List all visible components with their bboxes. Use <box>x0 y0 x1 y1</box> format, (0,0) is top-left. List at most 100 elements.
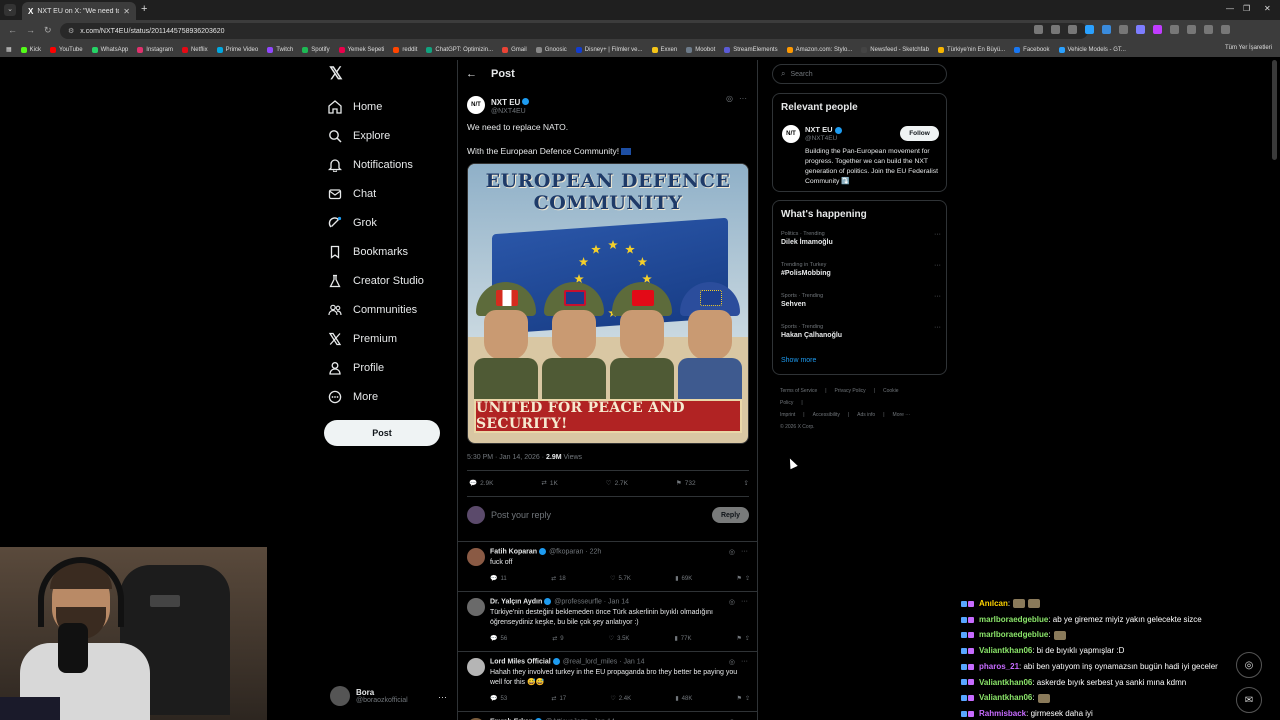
tab-search-button[interactable]: ⌄ <box>4 4 16 16</box>
profile-icon[interactable] <box>1204 25 1213 34</box>
reply-author-handle[interactable]: @fkoparan · 22h <box>549 548 601 555</box>
browser-tab[interactable]: X NXT EU on X: "We need to repl ✕ <box>22 2 136 20</box>
reply-action[interactable]: 💬 53 <box>490 695 507 703</box>
bookmark-item[interactable]: YouTube <box>50 46 83 53</box>
share-icon[interactable]: ⇪ <box>745 575 750 582</box>
bookmark-item[interactable]: ChatGPT: Optimizin... <box>426 46 493 53</box>
reply-item[interactable]: Lord Miles Official @real_lord_miles · Ja… <box>458 651 757 711</box>
scrollbar[interactable] <box>1272 60 1277 160</box>
chat-username[interactable]: Valiantkhan06 <box>979 646 1032 655</box>
reply-button[interactable]: Reply <box>712 507 749 523</box>
bookmark-item[interactable]: Twitch <box>267 46 293 53</box>
like-action[interactable]: ♡ 2.7K <box>606 479 628 488</box>
close-window-icon[interactable]: ✕ <box>1264 4 1271 13</box>
bookmark-item[interactable]: Disney+ | Filmler ve... <box>575 46 643 53</box>
extension-icon[interactable] <box>1102 25 1111 34</box>
forward-icon[interactable]: → <box>26 25 35 35</box>
more-icon[interactable]: ··· <box>934 293 941 300</box>
chat-username[interactable]: marlboraedgeblue <box>979 630 1048 639</box>
more-icon[interactable]: ··· <box>934 262 941 269</box>
back-icon[interactable]: ← <box>8 25 17 35</box>
post-image[interactable]: EUROPEAN DEFENCE COMMUNITY UNITED FOR PE… <box>467 163 749 444</box>
relevant-person-handle[interactable]: @NXT4EU <box>805 135 837 142</box>
bookmark-item[interactable]: Prime Video <box>216 46 258 53</box>
repost-action[interactable]: ⇄ 18 <box>551 575 566 583</box>
reply-author-handle[interactable]: @professeurfle · Jan 14 <box>554 598 629 605</box>
chat-username[interactable]: pharos_21 <box>979 662 1019 671</box>
puzzle-icon[interactable] <box>1187 25 1196 34</box>
chat-username[interactable]: Rahmisback <box>979 709 1026 718</box>
reply-author-name[interactable]: Lord Miles Official <box>490 658 551 665</box>
grok-icon[interactable]: ◎ <box>729 548 735 556</box>
more-icon[interactable]: ··· <box>741 548 748 556</box>
nav-item-explore[interactable]: Explore <box>328 121 424 150</box>
bookmark-icon[interactable]: ⚑ <box>737 635 742 642</box>
share-icon[interactable]: ⇪ <box>744 479 749 487</box>
all-bookmarks-button[interactable]: Tüm Yer İşaretleri <box>1225 45 1272 51</box>
bookmark-icon[interactable]: ⚑ <box>737 695 742 702</box>
bookmark-item[interactable]: Moobot <box>686 46 715 53</box>
relevant-person-name[interactable]: NXT EU <box>805 125 842 134</box>
footer-link[interactable]: Ads info <box>857 412 875 418</box>
chat-username[interactable]: Anılcan <box>979 599 1008 608</box>
heart-action[interactable]: ♡ 3.5K <box>609 635 630 643</box>
bookmark-item[interactable]: Newsfeed - Sketchfab <box>861 46 929 53</box>
bookmark-item[interactable]: Instagram <box>137 46 173 53</box>
extension-icon[interactable] <box>1119 25 1128 34</box>
account-switcher[interactable]: Bora @boraozkofficial <box>330 686 408 706</box>
views-action[interactable]: ▮ 77K <box>674 635 691 643</box>
more-icon[interactable]: ··· <box>934 231 941 238</box>
nav-item-premium[interactable]: Premium <box>328 325 424 354</box>
footer-link[interactable]: Privacy Policy <box>835 388 866 394</box>
bookmark-item[interactable]: Gmail <box>502 46 527 53</box>
more-icon[interactable]: ··· <box>934 324 941 331</box>
bookmark-item[interactable]: Netflix <box>181 46 208 53</box>
bookmark-item[interactable]: Facebook <box>1014 46 1050 53</box>
nav-item-communities[interactable]: Communities <box>328 296 424 325</box>
bookmark-item[interactable]: StreamElements <box>724 46 778 53</box>
close-tab-icon[interactable]: ✕ <box>123 7 130 16</box>
footer-link[interactable]: Accessibility <box>813 412 840 418</box>
reply-author-handle[interactable]: @real_lord_miles · Jan 14 <box>563 658 645 665</box>
reply-item[interactable]: Emrah Erkan@AtticusJazz · Jan 14◎··· <box>458 711 757 720</box>
extension-icon[interactable] <box>1153 25 1162 34</box>
bookmark-item[interactable]: reddit <box>393 46 417 53</box>
post-button[interactable]: Post <box>324 420 440 446</box>
minimize-icon[interactable]: — <box>1226 4 1234 13</box>
bookmark-item[interactable]: Yemek Sepeti <box>338 46 384 53</box>
nav-item-creator-studio[interactable]: Creator Studio <box>328 267 424 296</box>
extension-icon[interactable] <box>1051 25 1060 34</box>
nav-item-home[interactable]: Home <box>328 92 424 121</box>
footer-link[interactable]: © 2026 X Corp. <box>780 424 815 430</box>
avatar[interactable]: N/T <box>782 125 800 143</box>
x-logo-icon[interactable]: 𝕏 <box>329 64 343 84</box>
reply-action[interactable]: 💬 56 <box>490 635 507 643</box>
grok-icon[interactable]: ◎ <box>1236 652 1262 678</box>
avatar[interactable] <box>467 658 485 676</box>
reply-item[interactable]: Dr. Yalçın Aydın @professeurfle · Jan 14 ◎… <box>458 591 757 651</box>
reply-author-name[interactable]: Dr. Yalçın Aydın <box>490 598 542 605</box>
extension-icon[interactable] <box>1034 25 1043 34</box>
views-action[interactable]: ▮ 69K <box>675 575 692 583</box>
nav-item-profile[interactable]: Profile <box>328 354 424 383</box>
url-bar[interactable]: ⚙ x.com/NXT4EU/status/201144575893620362… <box>60 23 1088 39</box>
bookmark-item[interactable]: Kick <box>20 46 41 53</box>
bookmark-action[interactable]: ⚑ 732 <box>676 479 696 488</box>
footer-link[interactable]: More ··· <box>893 412 911 418</box>
new-tab-button[interactable]: + <box>141 3 147 15</box>
chat-username[interactable]: Valiantkhan06 <box>979 693 1032 702</box>
bookmark-item[interactable]: Vehicle Models - GT... <box>1058 46 1126 53</box>
author-name[interactable]: NXT EU <box>491 98 520 107</box>
apps-icon[interactable]: ▦ <box>6 46 12 53</box>
footer-link[interactable]: Terms of Service <box>780 388 817 394</box>
maximize-icon[interactable]: ❐ <box>1243 4 1250 13</box>
reply-action[interactable]: 💬 11 <box>490 575 507 583</box>
more-icon[interactable]: ··· <box>741 658 748 666</box>
grok-icon[interactable]: ◎ <box>726 94 733 103</box>
author-avatar[interactable]: N/T <box>467 95 485 114</box>
author-handle[interactable]: @NXT4EU <box>491 108 529 115</box>
share-icon[interactable]: ⇪ <box>745 695 750 702</box>
show-more-link[interactable]: Show more <box>781 357 816 364</box>
more-icon[interactable]: ··· <box>741 598 748 606</box>
messages-icon[interactable]: ✉ <box>1236 687 1262 713</box>
